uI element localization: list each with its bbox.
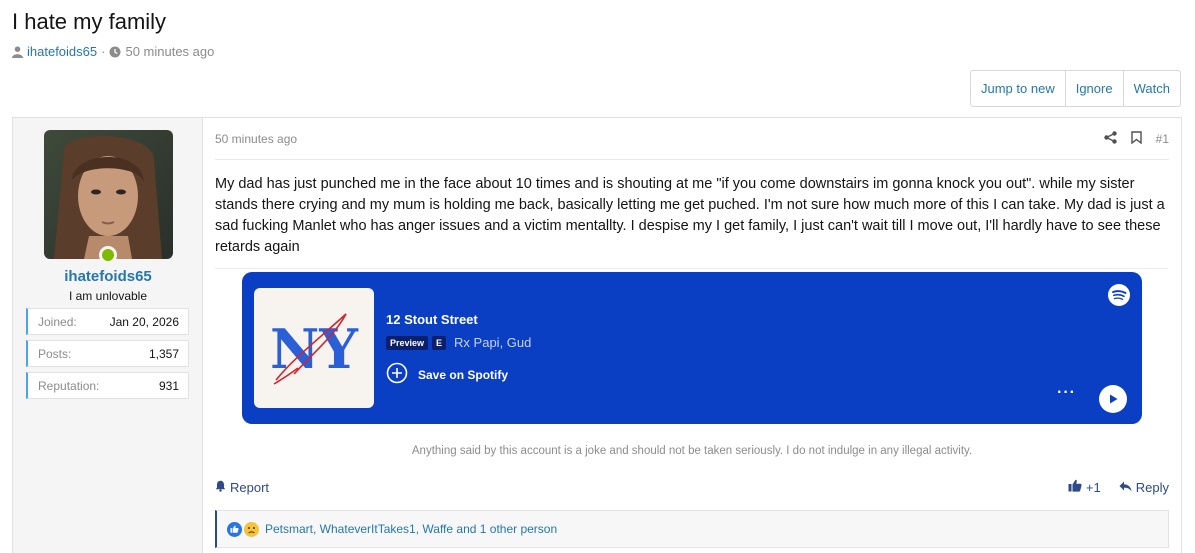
post-user-panel: ihatefoids65 I am unlovable Joined: Jan … (13, 118, 203, 553)
thread-title: I hate my family (12, 9, 167, 34)
thread-time[interactable]: 50 minutes ago (125, 44, 214, 59)
album-cover[interactable]: NY (254, 288, 374, 408)
post-tools: #1 (1103, 130, 1169, 147)
preview-badge: Preview (386, 335, 429, 350)
reply-icon (1119, 480, 1132, 495)
track-title[interactable]: 12 Stout Street (386, 312, 478, 327)
play-button[interactable] (1099, 385, 1127, 413)
watch-button[interactable]: Watch (1122, 71, 1180, 106)
thread-author-link[interactable]: ihatefoids65 (27, 44, 97, 59)
thread-actions: Jump to new Ignore Watch (970, 70, 1181, 107)
share-icon[interactable] (1103, 130, 1117, 147)
jump-to-new-button[interactable]: Jump to new (971, 71, 1065, 106)
add-circle-icon (386, 362, 408, 387)
play-icon (1110, 394, 1118, 404)
post-container: ihatefoids65 I am unlovable Joined: Jan … (12, 117, 1182, 553)
reactions-bar[interactable]: Petsmart, WhateverItTakes1, Waffe and 1 … (215, 510, 1169, 548)
embed-divider (215, 268, 1168, 269)
user-signature: Anything said by this account is a joke … (411, 445, 973, 457)
stat-joined: Joined: Jan 20, 2026 (26, 308, 189, 335)
stat-reputation: Reputation: 931 (26, 372, 189, 399)
reactions-text[interactable]: Petsmart, WhateverItTakes1, Waffe and 1 … (265, 522, 557, 536)
save-label: Save on Spotify (418, 367, 509, 382)
reply-button[interactable]: Reply (1119, 480, 1169, 495)
stat-value: Jan 20, 2026 (109, 314, 179, 329)
online-status-indicator (99, 246, 117, 264)
report-label: Report (230, 479, 270, 495)
sad-icon (244, 521, 259, 537)
thread-meta: ihatefoids65 · 50 minutes ago (12, 44, 214, 59)
track-artists[interactable]: Rx Papi, Gud (454, 335, 531, 350)
post-main: 50 minutes ago #1 My dad has just punche… (203, 118, 1181, 553)
stat-posts: Posts: 1,357 (26, 340, 189, 367)
like-button[interactable]: +1 (1068, 479, 1101, 495)
stat-value: 931 (158, 378, 179, 393)
like-icon (227, 521, 242, 537)
bookmark-icon[interactable] (1130, 130, 1142, 147)
thumbs-up-icon (1068, 479, 1082, 495)
report-button[interactable]: Report (215, 480, 269, 495)
post-time[interactable]: 50 minutes ago (215, 132, 297, 146)
ignore-button[interactable]: Ignore (1064, 71, 1123, 106)
track-meta: Preview E Rx Papi, Gud (386, 335, 531, 350)
spotify-embed[interactable]: NY 12 Stout Street Preview E Rx Papi, Gu… (242, 272, 1142, 424)
clock-icon (109, 46, 121, 58)
post-header: 50 minutes ago #1 (215, 118, 1169, 160)
like-count: +1 (1085, 479, 1101, 495)
user-icon (12, 45, 23, 58)
user-title: I am unlovable (68, 289, 148, 303)
meta-separator: · (101, 44, 106, 59)
post-body: My dad has just punched me in the face a… (215, 176, 1165, 255)
bell-icon (215, 480, 226, 495)
reply-label: Reply (1135, 479, 1169, 495)
post-footer: Report +1 Reply (215, 477, 1169, 497)
stat-value[interactable]: 1,357 (149, 347, 179, 361)
save-on-spotify-button[interactable]: Save on Spotify (386, 362, 508, 387)
post-number-link[interactable]: #1 (1156, 132, 1169, 146)
explicit-badge: E (432, 335, 447, 350)
stat-label: Joined: (38, 314, 77, 329)
avatar[interactable] (44, 130, 173, 259)
more-options-icon[interactable]: ··· (1057, 384, 1076, 402)
stat-label: Posts: (38, 346, 72, 361)
spotify-logo-icon[interactable] (1108, 284, 1130, 311)
post-username[interactable]: ihatefoids65 (13, 268, 203, 285)
footer-actions: +1 Reply (1068, 479, 1169, 495)
stat-label: Reputation: (38, 378, 100, 393)
